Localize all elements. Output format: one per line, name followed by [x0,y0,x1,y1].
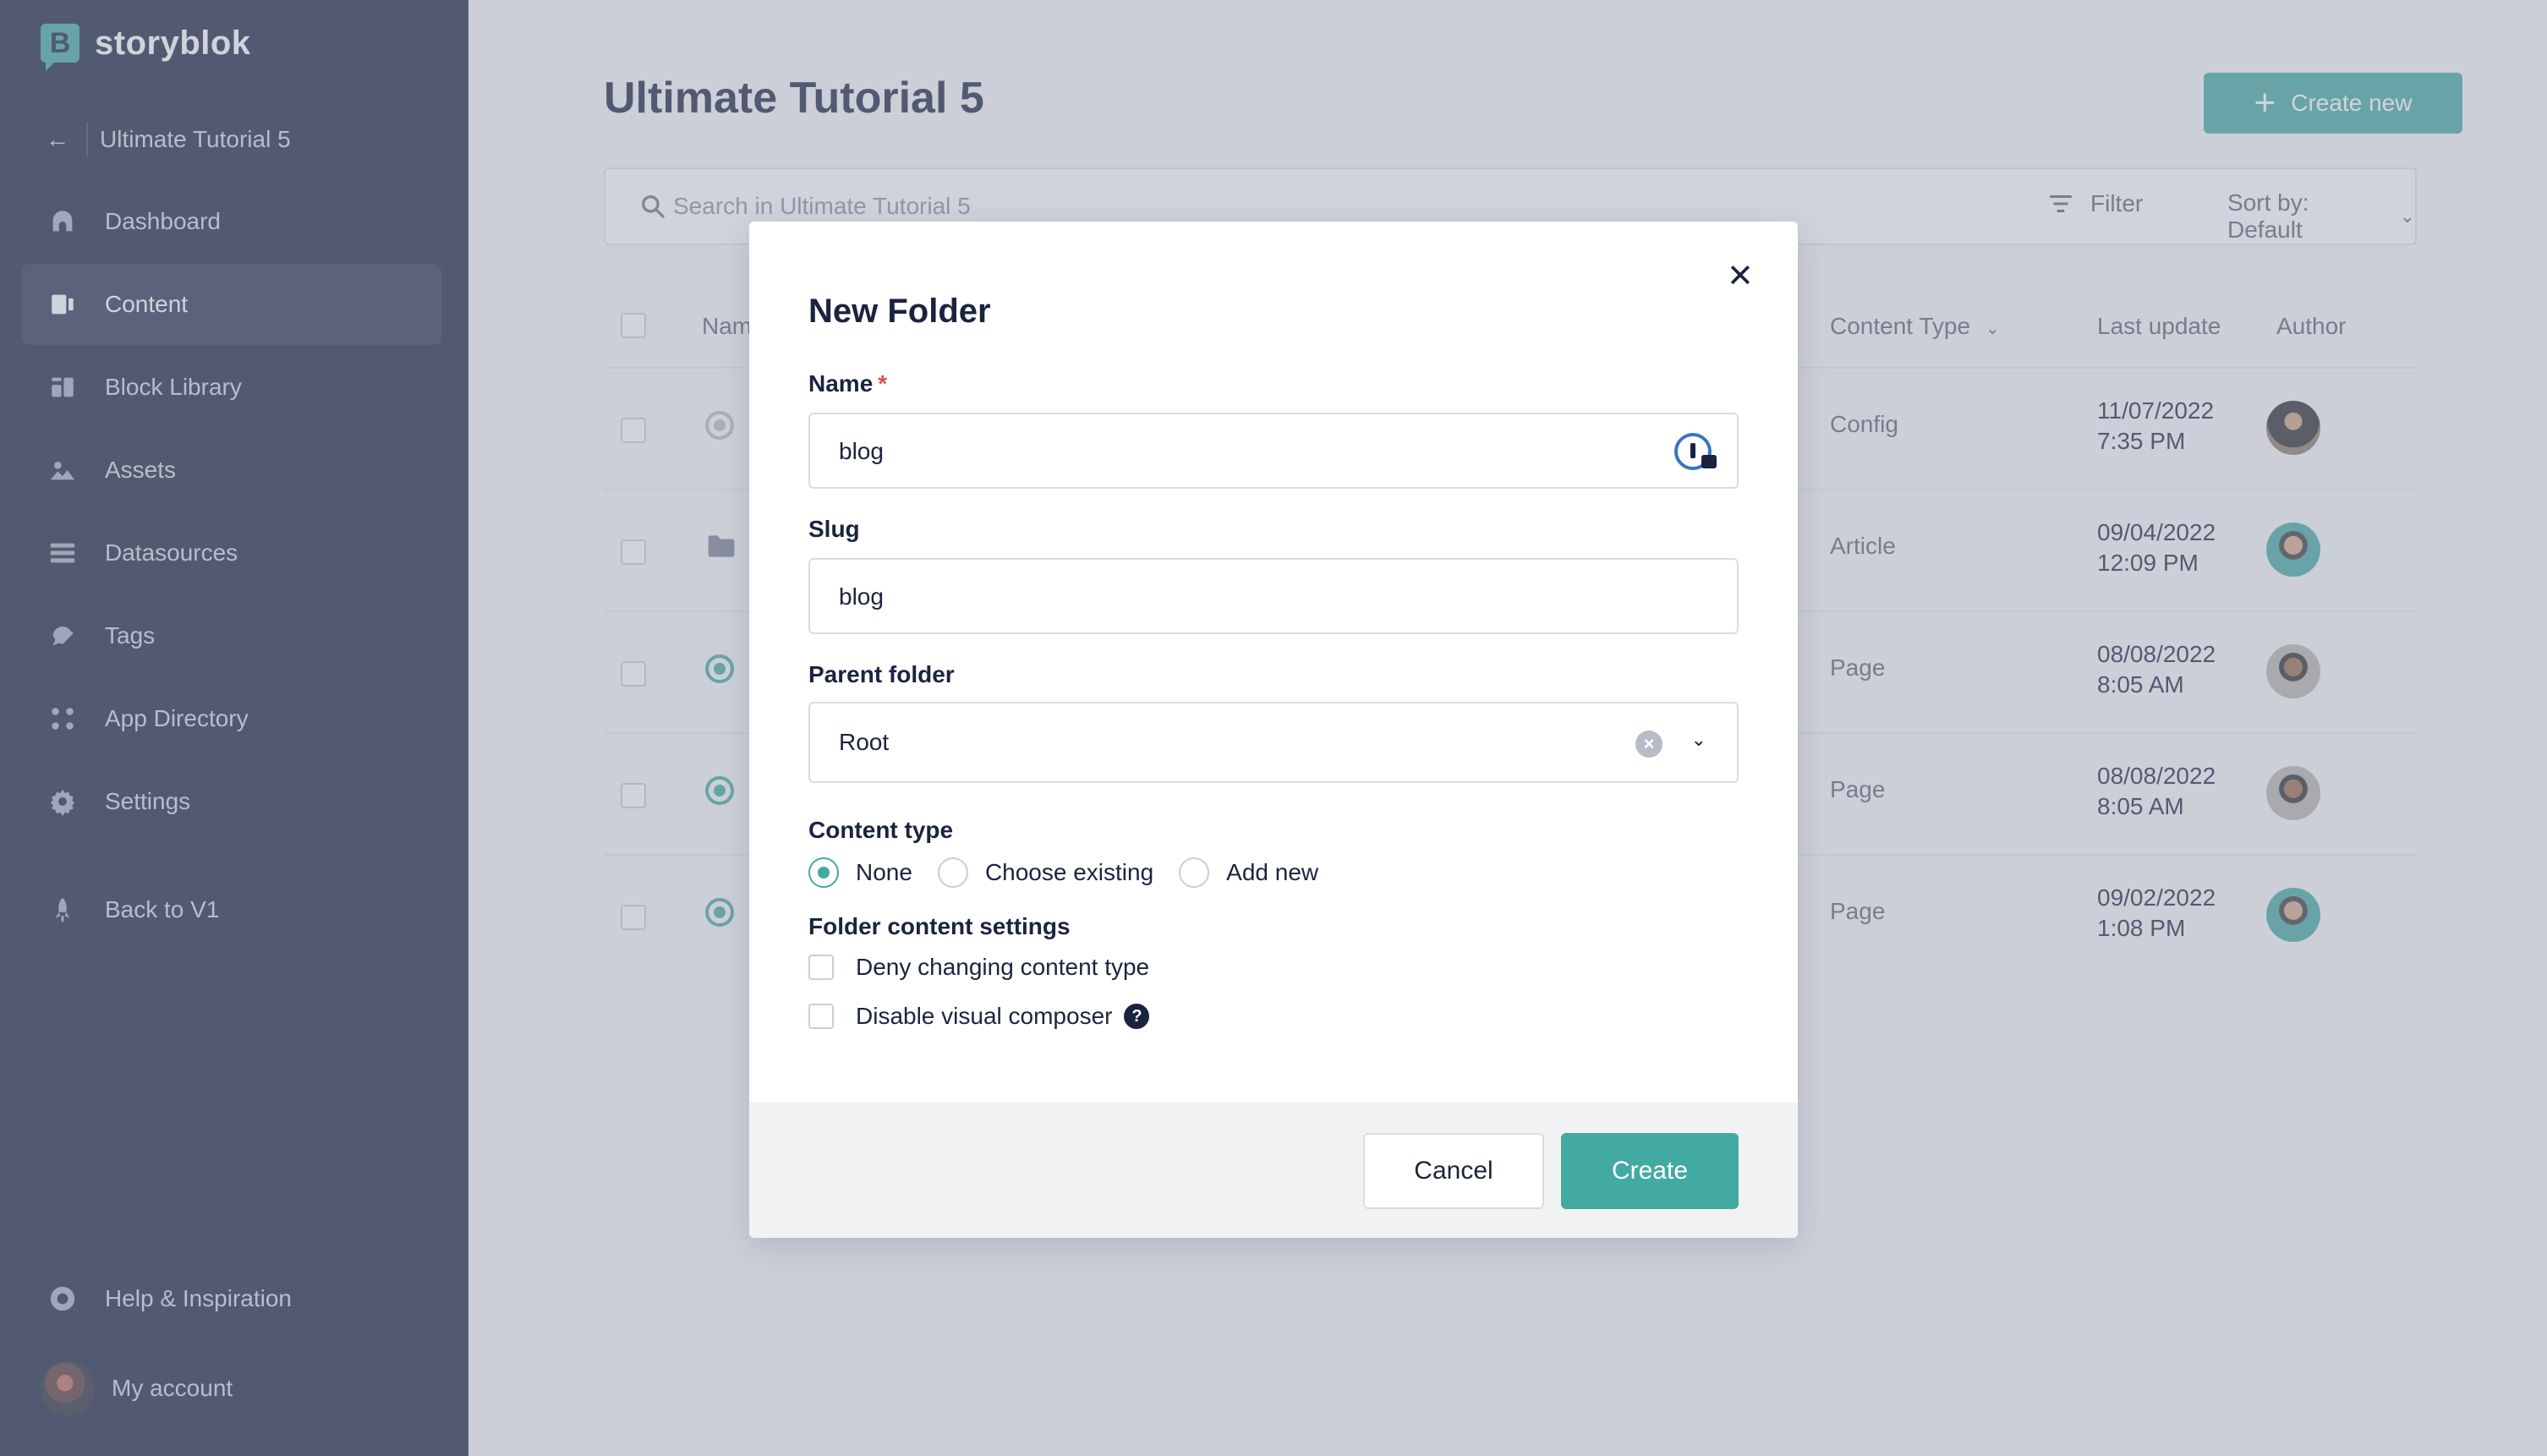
close-icon[interactable]: ✕ [1727,257,1754,295]
disable-visual-composer-option[interactable]: Disable visual composer ? [808,1003,1150,1030]
deny-changing-checkbox[interactable] [808,955,834,980]
parent-folder-value: Root [839,729,890,755]
cancel-button[interactable]: Cancel [1363,1133,1544,1209]
radio-label: Add new [1226,859,1319,885]
help-icon[interactable]: ? [1124,1004,1150,1029]
radio-label: None [856,859,912,885]
radio-none[interactable] [808,857,839,888]
content-type-radio-group: None Choose existing Add new [808,857,1344,888]
radio-choose-existing[interactable] [937,857,968,888]
checkbox-label: Deny changing content type [856,954,1150,980]
slug-label: Slug [808,516,860,542]
checkbox-label: Disable visual composer [856,1003,1113,1029]
radio-add-new[interactable] [1179,857,1210,888]
name-field[interactable] [808,413,1739,489]
required-mark: * [878,370,888,397]
new-folder-dialog: ✕ New Folder Name* Slug Parent folder Ro… [749,222,1798,1238]
name-input[interactable] [839,431,1600,472]
name-label: Name * [808,370,888,397]
lock-icon [1701,455,1717,468]
slug-input[interactable] [839,577,1600,617]
radio-label: Choose existing [984,859,1154,885]
create-button[interactable]: Create [1561,1133,1739,1209]
dialog-footer: Cancel Create [749,1103,1798,1238]
clear-icon[interactable]: × [1635,731,1662,758]
slug-field[interactable] [808,558,1739,634]
chevron-down-icon[interactable]: ⌄ [1691,729,1706,751]
parent-folder-label: Parent folder [808,661,955,687]
disable-visual-composer-checkbox[interactable] [808,1004,834,1029]
deny-changing-content-type-option[interactable]: Deny changing content type [808,954,1149,981]
dialog-title: New Folder [808,293,991,330]
content-type-label: Content type [808,817,954,843]
parent-folder-select[interactable]: Root × ⌄ [808,702,1739,783]
folder-settings-label: Folder content settings [808,913,1071,939]
